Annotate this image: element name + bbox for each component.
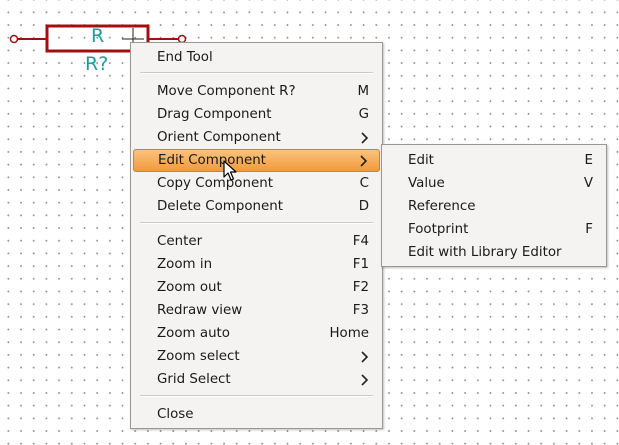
submenu-item-label: Edit	[408, 153, 434, 168]
menu-item-label: Orient Component	[157, 130, 281, 145]
submenu-item-label: Value	[408, 176, 445, 191]
menu-item-label: Zoom out	[157, 280, 222, 295]
menu-item-shortcut: G	[358, 107, 369, 122]
menu-item-label: Zoom in	[157, 257, 213, 272]
menu-item-label: Copy Component	[157, 176, 273, 191]
submenu-item-footprint[interactable]: Footprint F	[384, 218, 604, 241]
menu-item-label: Center	[157, 234, 203, 249]
submenu-item-label: Footprint	[408, 222, 469, 237]
chevron-right-icon	[361, 373, 369, 386]
menu-item-copy-component[interactable]: Copy Component C	[133, 172, 380, 195]
submenu-item-shortcut: E	[584, 153, 593, 168]
menu-item-zoom-out[interactable]: Zoom out F2	[133, 276, 380, 299]
menu-item-shortcut: F3	[352, 303, 369, 318]
menu-item-orient-component[interactable]: Orient Component	[133, 126, 380, 149]
menu-item-label: Grid Select	[157, 372, 231, 387]
menu-item-label: Zoom select	[157, 349, 240, 364]
menu-item-shortcut: F2	[352, 280, 369, 295]
submenu-item-label: Reference	[408, 199, 476, 214]
submenu-item-edit[interactable]: Edit E	[384, 149, 604, 172]
submenu-item-edit-with-library-editor[interactable]: Edit with Library Editor	[384, 241, 604, 264]
menu-item-shortcut: Home	[329, 326, 369, 341]
menu-separator	[140, 395, 373, 397]
menu-item-label: Edit Component	[158, 153, 266, 168]
submenu-item-value[interactable]: Value V	[384, 172, 604, 195]
menu-item-edit-component[interactable]: Edit Component	[133, 149, 380, 172]
chevron-right-icon	[360, 154, 368, 167]
menu-item-label: Zoom auto	[157, 326, 230, 341]
menu-separator	[140, 222, 373, 224]
component-reference-label: R?	[85, 53, 109, 75]
pin-left-icon[interactable]	[9, 34, 19, 44]
edit-component-submenu: Edit E Value V Reference Footprint F Edi…	[381, 144, 607, 267]
menu-separator	[140, 72, 373, 74]
menu-item-zoom-select[interactable]: Zoom select	[133, 345, 380, 368]
submenu-item-shortcut: V	[583, 176, 593, 191]
menu-item-shortcut: F4	[352, 234, 369, 249]
menu-item-shortcut: D	[358, 199, 369, 214]
submenu-item-reference[interactable]: Reference	[384, 195, 604, 218]
menu-item-label: Drag Component	[157, 107, 272, 122]
menu-item-label: Redraw view	[157, 303, 243, 318]
menu-item-label: End Tool	[157, 50, 213, 65]
menu-item-close[interactable]: Close	[133, 403, 380, 426]
menu-item-delete-component[interactable]: Delete Component D	[133, 195, 380, 218]
menu-item-zoom-in[interactable]: Zoom in F1	[133, 253, 380, 276]
menu-item-label: Close	[157, 407, 194, 422]
arrow-cursor-icon	[223, 160, 237, 181]
menu-item-label: Delete Component	[157, 199, 283, 214]
menu-item-grid-select[interactable]: Grid Select	[133, 368, 380, 391]
component-value-label: R	[91, 25, 105, 47]
menu-item-label: Move Component R?	[157, 84, 296, 99]
submenu-item-label: Edit with Library Editor	[408, 245, 562, 260]
menu-item-end-tool[interactable]: End Tool	[133, 46, 380, 69]
menu-item-shortcut: C	[359, 176, 369, 191]
menu-item-center[interactable]: Center F4	[133, 230, 380, 253]
context-menu: End Tool Move Component R? M Drag Compon…	[130, 42, 383, 429]
menu-item-zoom-auto[interactable]: Zoom auto Home	[133, 322, 380, 345]
menu-item-drag-component[interactable]: Drag Component G	[133, 103, 380, 126]
menu-item-redraw-view[interactable]: Redraw view F3	[133, 299, 380, 322]
menu-item-shortcut: M	[357, 84, 369, 99]
menu-item-shortcut: F1	[352, 257, 369, 272]
chevron-right-icon	[361, 131, 369, 144]
chevron-right-icon	[361, 350, 369, 363]
menu-item-move-component[interactable]: Move Component R? M	[133, 80, 380, 103]
submenu-item-shortcut: F	[585, 222, 593, 237]
